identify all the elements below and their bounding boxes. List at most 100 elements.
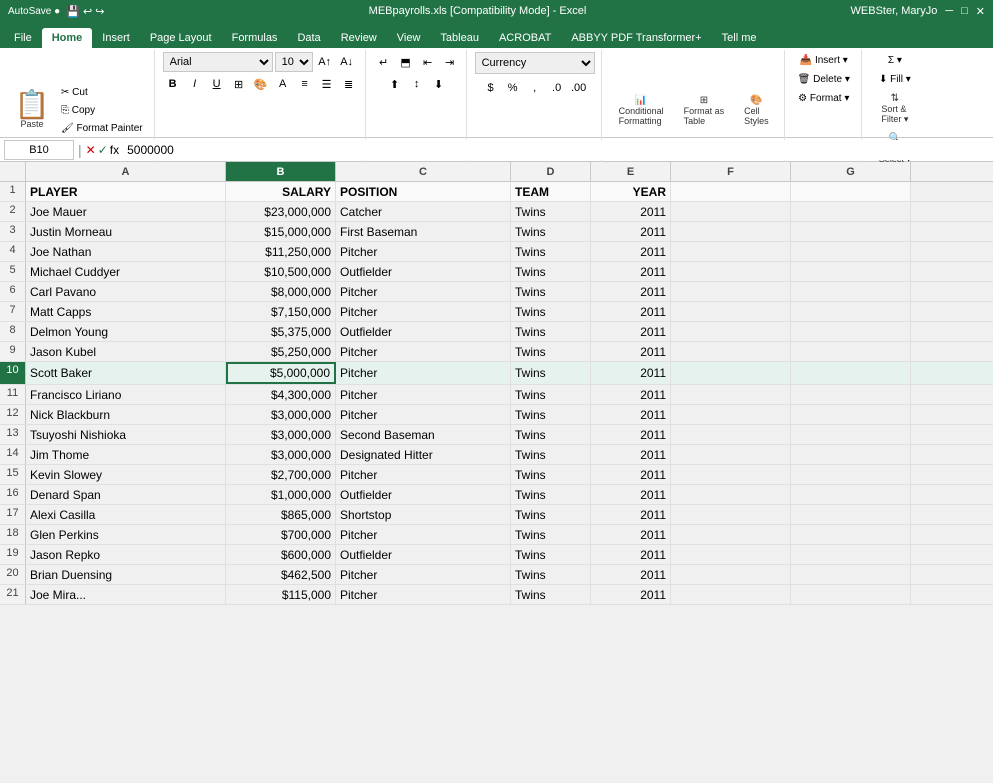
- table-cell[interactable]: [791, 282, 911, 301]
- table-cell[interactable]: [791, 525, 911, 544]
- table-cell[interactable]: [791, 342, 911, 361]
- table-row[interactable]: 5Michael Cuddyer$10,500,000OutfielderTwi…: [0, 262, 993, 282]
- table-cell[interactable]: SALARY: [226, 182, 336, 201]
- table-cell[interactable]: [671, 565, 791, 584]
- cell-styles-btn[interactable]: 🎨 CellStyles: [735, 92, 778, 129]
- table-cell[interactable]: Pitcher: [336, 282, 511, 301]
- col-header-e[interactable]: E: [591, 162, 671, 181]
- sort-filter-btn[interactable]: ⇅ Sort &Filter ▾: [872, 90, 917, 128]
- table-cell[interactable]: Carl Pavano: [26, 282, 226, 301]
- table-cell[interactable]: Alexi Casilla: [26, 505, 226, 524]
- table-cell[interactable]: [791, 302, 911, 321]
- table-cell[interactable]: Joe Nathan: [26, 242, 226, 261]
- table-cell[interactable]: First Baseman: [336, 222, 511, 241]
- table-cell[interactable]: $8,000,000: [226, 282, 336, 301]
- table-cell[interactable]: [791, 242, 911, 261]
- align-center-btn[interactable]: ☰: [317, 74, 337, 94]
- table-row[interactable]: 18Glen Perkins$700,000PitcherTwins2011: [0, 525, 993, 545]
- top-align-btn[interactable]: ⬆: [385, 74, 405, 94]
- table-cell[interactable]: Twins: [511, 445, 591, 464]
- table-cell[interactable]: $600,000: [226, 545, 336, 564]
- tab-page-layout[interactable]: Page Layout: [140, 28, 222, 48]
- table-cell[interactable]: $3,000,000: [226, 425, 336, 444]
- tab-data[interactable]: Data: [287, 28, 330, 48]
- tab-tableau[interactable]: Tableau: [430, 28, 489, 48]
- table-cell[interactable]: $462,500: [226, 565, 336, 584]
- table-row[interactable]: 20Brian Duensing$462,500PitcherTwins2011: [0, 565, 993, 585]
- table-cell[interactable]: [671, 262, 791, 281]
- fill-btn[interactable]: ⬇ Fill ▾: [874, 71, 916, 88]
- table-cell[interactable]: Twins: [511, 202, 591, 221]
- table-cell[interactable]: Designated Hitter: [336, 445, 511, 464]
- table-cell[interactable]: Twins: [511, 525, 591, 544]
- table-cell[interactable]: $3,000,000: [226, 445, 336, 464]
- table-cell[interactable]: Tsuyoshi Nishioka: [26, 425, 226, 444]
- indent-decrease-btn[interactable]: ⇤: [418, 52, 438, 72]
- format-btn[interactable]: ⚙ Format ▾: [793, 90, 854, 107]
- italic-button[interactable]: I: [185, 74, 205, 94]
- font-size-select[interactable]: 10: [275, 52, 313, 72]
- col-header-a[interactable]: A: [26, 162, 226, 181]
- align-left-btn[interactable]: ≡: [295, 74, 315, 94]
- table-cell[interactable]: 2011: [591, 302, 671, 321]
- table-cell[interactable]: [791, 465, 911, 484]
- table-cell[interactable]: 2011: [591, 282, 671, 301]
- percent-btn[interactable]: %: [503, 78, 523, 98]
- table-row[interactable]: 9Jason Kubel$5,250,000PitcherTwins2011: [0, 342, 993, 362]
- window-minimize[interactable]: ─: [945, 5, 953, 18]
- table-cell[interactable]: 2011: [591, 525, 671, 544]
- col-header-d[interactable]: D: [511, 162, 591, 181]
- wrap-text-btn[interactable]: ↵: [374, 52, 394, 72]
- table-cell[interactable]: [671, 342, 791, 361]
- cell-reference-box[interactable]: [4, 140, 74, 160]
- tab-review[interactable]: Review: [331, 28, 387, 48]
- table-cell[interactable]: Delmon Young: [26, 322, 226, 341]
- window-close[interactable]: ✕: [976, 5, 985, 18]
- cancel-formula-icon[interactable]: ✕: [86, 143, 96, 157]
- table-cell[interactable]: 2011: [591, 425, 671, 444]
- insert-btn[interactable]: 📥 Insert ▾: [795, 52, 853, 69]
- table-cell[interactable]: Pitcher: [336, 302, 511, 321]
- table-cell[interactable]: $115,000: [226, 585, 336, 604]
- table-cell[interactable]: Twins: [511, 565, 591, 584]
- table-cell[interactable]: $5,000,000: [226, 362, 336, 384]
- middle-align-btn[interactable]: ↕: [407, 74, 427, 94]
- table-row[interactable]: 8Delmon Young$5,375,000OutfielderTwins20…: [0, 322, 993, 342]
- table-cell[interactable]: [791, 485, 911, 504]
- indent-increase-btn[interactable]: ⇥: [440, 52, 460, 72]
- decrease-font-btn[interactable]: A↓: [337, 52, 357, 72]
- table-cell[interactable]: Justin Morneau: [26, 222, 226, 241]
- table-cell[interactable]: [671, 585, 791, 604]
- table-cell[interactable]: YEAR: [591, 182, 671, 201]
- increase-decimal-btn[interactable]: .00: [569, 78, 589, 98]
- table-cell[interactable]: $2,700,000: [226, 465, 336, 484]
- table-cell[interactable]: [671, 505, 791, 524]
- table-cell[interactable]: [791, 585, 911, 604]
- table-row[interactable]: 13Tsuyoshi Nishioka$3,000,000Second Base…: [0, 425, 993, 445]
- table-cell[interactable]: Second Baseman: [336, 425, 511, 444]
- table-cell[interactable]: [671, 425, 791, 444]
- table-cell[interactable]: 2011: [591, 262, 671, 281]
- border-button[interactable]: ⊞: [229, 74, 249, 94]
- table-cell[interactable]: [671, 385, 791, 404]
- table-cell[interactable]: Pitcher: [336, 525, 511, 544]
- col-header-c[interactable]: C: [336, 162, 511, 181]
- table-row[interactable]: 15Kevin Slowey$2,700,000PitcherTwins2011: [0, 465, 993, 485]
- format-painter-button[interactable]: 🖌 Format Painter: [56, 120, 148, 137]
- table-cell[interactable]: Twins: [511, 485, 591, 504]
- table-cell[interactable]: [791, 405, 911, 424]
- font-color-button[interactable]: A: [273, 74, 293, 94]
- table-cell[interactable]: Jason Repko: [26, 545, 226, 564]
- table-cell[interactable]: [671, 242, 791, 261]
- table-cell[interactable]: $11,250,000: [226, 242, 336, 261]
- table-cell[interactable]: [791, 262, 911, 281]
- table-cell[interactable]: Pitcher: [336, 342, 511, 361]
- table-cell[interactable]: Michael Cuddyer: [26, 262, 226, 281]
- col-header-b[interactable]: B: [226, 162, 336, 181]
- align-right-btn[interactable]: ≣: [339, 74, 359, 94]
- table-cell[interactable]: Jim Thome: [26, 445, 226, 464]
- table-cell[interactable]: [791, 362, 911, 384]
- table-cell[interactable]: [791, 425, 911, 444]
- table-cell[interactable]: 2011: [591, 485, 671, 504]
- table-cell[interactable]: Pitcher: [336, 405, 511, 424]
